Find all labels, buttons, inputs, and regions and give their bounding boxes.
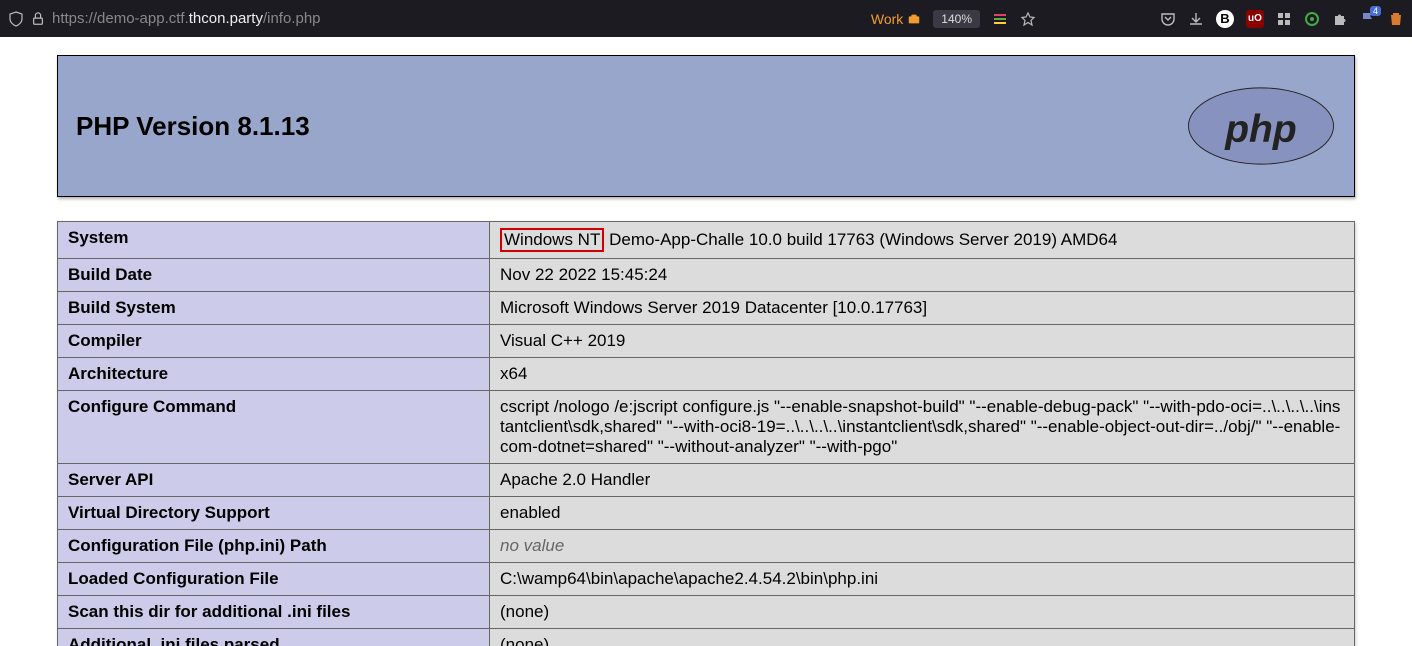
table-row: SystemWindows NT Demo-App-Challe 10.0 bu… [58,222,1355,259]
phpinfo-header: PHP Version 8.1.13 php [57,55,1355,197]
info-value: x64 [490,358,1355,391]
reader-icon[interactable] [992,11,1008,27]
info-value: cscript /nologo /e:jscript configure.js … [490,391,1355,464]
table-row: Virtual Directory Supportenabled [58,497,1355,530]
download-icon[interactable] [1188,11,1204,27]
info-key: System [58,222,490,259]
extension-circle-icon[interactable] [1304,11,1320,27]
info-value: Nov 22 2022 15:45:24 [490,259,1355,292]
info-key: Architecture [58,358,490,391]
table-row: Architecturex64 [58,358,1355,391]
url-bar[interactable]: https://demo-app.ctf.thcon.party/info.ph… [52,10,865,27]
ublock-icon[interactable]: uO [1246,10,1264,28]
table-row: Build DateNov 22 2022 15:45:24 [58,259,1355,292]
url-domain: thcon.party [189,10,263,27]
extension-b-icon[interactable]: B [1216,10,1234,28]
badge-count: 4 [1370,6,1381,16]
info-key: Scan this dir for additional .ini files [58,596,490,629]
info-key: Configuration File (php.ini) Path [58,530,490,563]
info-key: Loaded Configuration File [58,563,490,596]
phpinfo-table: SystemWindows NT Demo-App-Challe 10.0 bu… [57,221,1355,646]
info-key: Configure Command [58,391,490,464]
info-value: Microsoft Windows Server 2019 Datacenter… [490,292,1355,325]
info-value: Visual C++ 2019 [490,325,1355,358]
zoom-level[interactable]: 140% [933,10,980,28]
info-value: C:\wamp64\bin\apache\apache2.4.54.2\bin\… [490,563,1355,596]
bookmark-star-icon[interactable] [1020,11,1036,27]
info-value: (none) [490,629,1355,646]
info-value: Apache 2.0 Handler [490,464,1355,497]
url-path: /info.php [263,10,321,27]
info-value: enabled [490,497,1355,530]
table-row: Configuration File (php.ini) Pathno valu… [58,530,1355,563]
page-body: PHP Version 8.1.13 php SystemWindows NT … [0,37,1412,646]
browser-toolbar: https://demo-app.ctf.thcon.party/info.ph… [0,0,1412,37]
php-version-title: PHP Version 8.1.13 [76,111,310,142]
info-key: Compiler [58,325,490,358]
extension-flag-icon[interactable]: 4 [1360,11,1376,27]
trash-icon[interactable] [1388,11,1404,27]
pocket-icon[interactable] [1160,11,1176,27]
table-row: Configure Commandcscript /nologo /e:jscr… [58,391,1355,464]
lock-icon[interactable] [30,11,46,27]
info-value: Windows NT Demo-App-Challe 10.0 build 17… [490,222,1355,259]
toolbar-right: Work 140% B uO 4 [871,10,1404,28]
table-row: Server APIApache 2.0 Handler [58,464,1355,497]
url-prefix: https://demo-app.ctf. [52,10,189,27]
table-row: Scan this dir for additional .ini files(… [58,596,1355,629]
info-key: Virtual Directory Support [58,497,490,530]
info-key: Build System [58,292,490,325]
phpinfo-content: PHP Version 8.1.13 php SystemWindows NT … [57,55,1355,646]
info-key: Additional .ini files parsed [58,629,490,646]
table-row: CompilerVisual C++ 2019 [58,325,1355,358]
container-label[interactable]: Work [871,11,921,27]
info-key: Build Date [58,259,490,292]
info-value: (none) [490,596,1355,629]
svg-text:php: php [1224,108,1297,151]
shield-icon[interactable] [8,11,24,27]
info-value: no value [490,530,1355,563]
table-row: Additional .ini files parsed(none) [58,629,1355,646]
php-logo: php [1186,86,1336,166]
table-row: Build SystemMicrosoft Windows Server 201… [58,292,1355,325]
table-row: Loaded Configuration FileC:\wamp64\bin\a… [58,563,1355,596]
extension-puzzle-icon[interactable] [1332,11,1348,27]
info-key: Server API [58,464,490,497]
highlight-box: Windows NT [500,228,604,252]
extension-grid-icon[interactable] [1276,11,1292,27]
